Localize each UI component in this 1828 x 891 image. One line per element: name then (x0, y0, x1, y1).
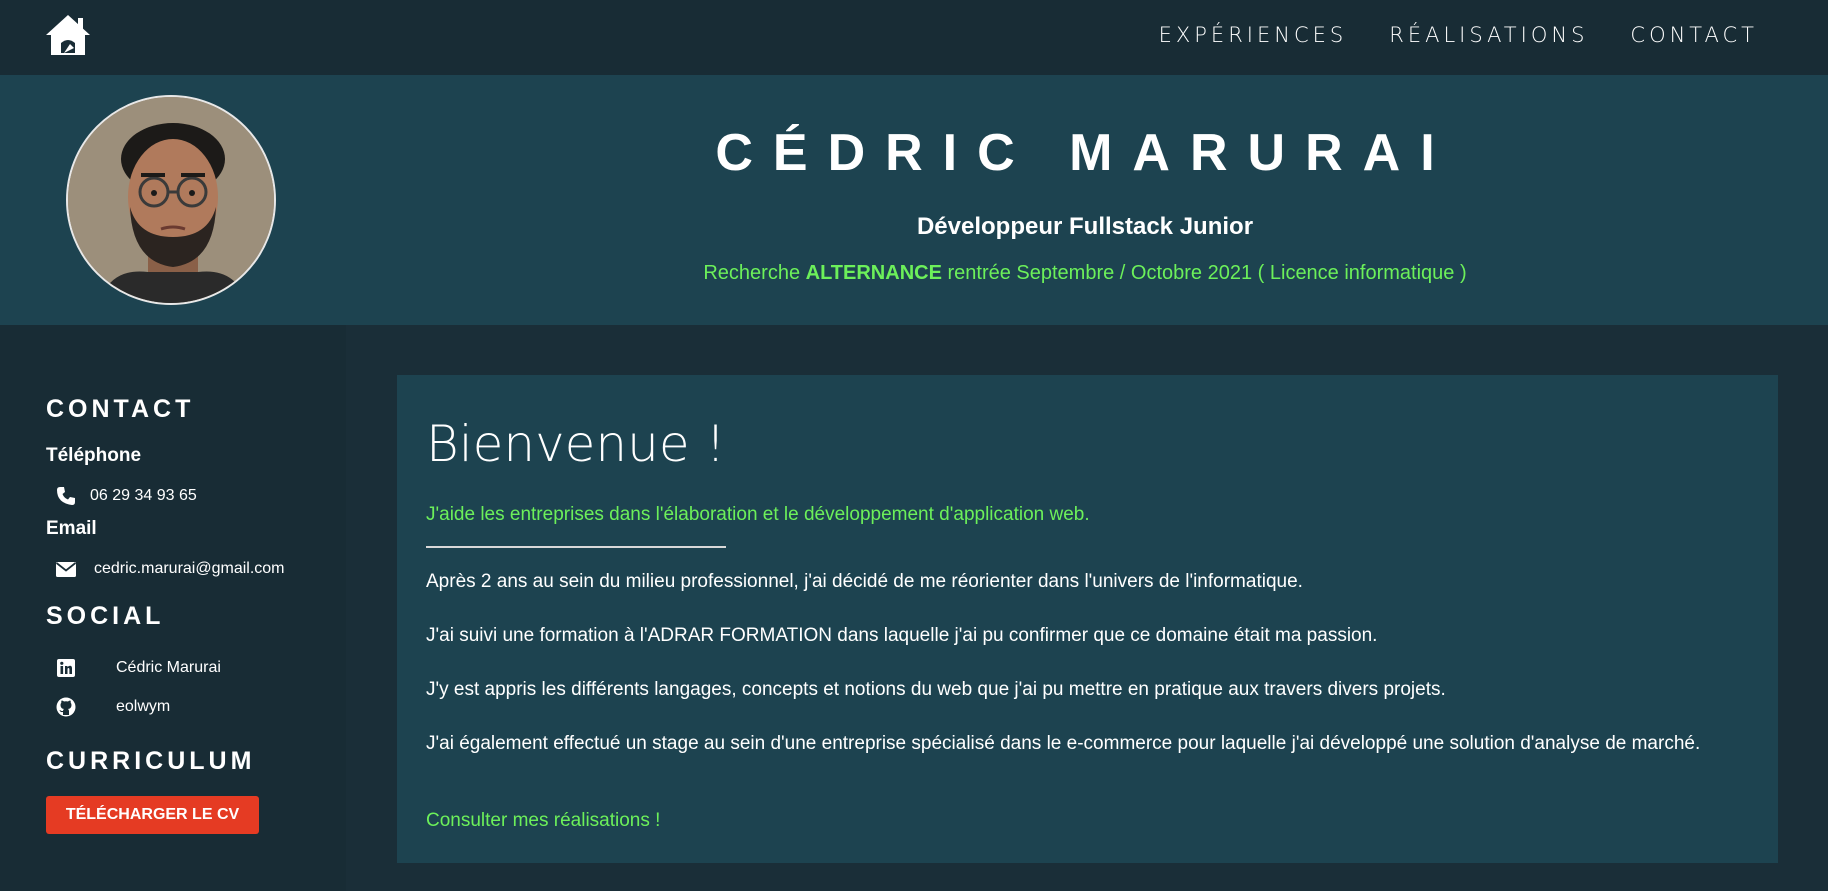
linkedin-link[interactable]: Cédric Marurai (54, 657, 221, 679)
view-projects-link[interactable]: Consulter mes réalisations ! (426, 810, 660, 832)
sidebar: CONTACT Téléphone 06 29 34 93 65 Email c… (0, 325, 346, 891)
intro-paragraph-3: J'y est appris les différents langages, … (426, 679, 1446, 700)
phone-label: Téléphone (46, 445, 142, 466)
job-search-prefix: Recherche (703, 262, 806, 284)
intro-paragraph-1: Après 2 ans au sein du milieu profession… (426, 571, 1303, 592)
tagline: J'aide les entreprises dans l'élaboratio… (426, 504, 1090, 525)
welcome-heading: Bienvenue ! (426, 415, 726, 473)
curriculum-section-title: CURRICULUM (46, 747, 256, 775)
job-title: Développeur Fullstack Junior (916, 213, 1254, 240)
envelope-icon (54, 558, 78, 580)
github-icon (54, 696, 78, 718)
intro-paragraph-4: J'ai également effectué un stage au sein… (426, 733, 1701, 754)
avatar-photo (68, 97, 274, 303)
home-icon[interactable] (44, 13, 92, 57)
social-section-title: SOCIAL (46, 602, 165, 630)
profile-header: CÉDRIC MARURAI Développeur Fullstack Jun… (0, 75, 1828, 325)
linkedin-label: Cédric Marurai (116, 659, 221, 676)
job-search-highlight: ALTERNANCE (805, 262, 942, 284)
job-search-suffix: rentrée Septembre / Octobre 2021 ( Licen… (941, 262, 1467, 284)
nav-link-realisations[interactable]: RÉALISATIONS (1389, 23, 1588, 47)
github-label: eolwym (116, 698, 171, 715)
github-link[interactable]: eolwym (54, 696, 170, 718)
welcome-card: Bienvenue ! J'aide les entreprises dans … (397, 375, 1778, 863)
contact-section-title: CONTACT (46, 395, 195, 423)
profile-name: CÉDRIC MARURAI (715, 124, 1455, 182)
phone-row[interactable]: 06 29 34 93 65 (54, 485, 197, 507)
nav-links: EXPÉRIENCES RÉALISATIONS CONTACT (1159, 0, 1758, 70)
job-search-line: Recherche ALTERNANCE rentrée Septembre /… (360, 262, 1810, 285)
phone-number: 06 29 34 93 65 (90, 487, 197, 504)
email-address: cedric.marurai@gmail.com (94, 560, 285, 577)
download-cv-button[interactable]: TÉLÉCHARGER LE CV (46, 796, 259, 834)
email-label: Email (46, 518, 97, 539)
avatar (66, 95, 276, 305)
nav-link-contact[interactable]: CONTACT (1630, 23, 1758, 47)
email-row[interactable]: cedric.marurai@gmail.com (54, 558, 285, 580)
nav-link-experiences[interactable]: EXPÉRIENCES (1159, 23, 1348, 47)
divider (426, 546, 726, 548)
intro-paragraph-2: J'ai suivi une formation à l'ADRAR FORMA… (426, 625, 1378, 646)
top-navbar: EXPÉRIENCES RÉALISATIONS CONTACT (0, 0, 1828, 75)
phone-icon (54, 485, 78, 507)
linkedin-icon (54, 657, 78, 679)
